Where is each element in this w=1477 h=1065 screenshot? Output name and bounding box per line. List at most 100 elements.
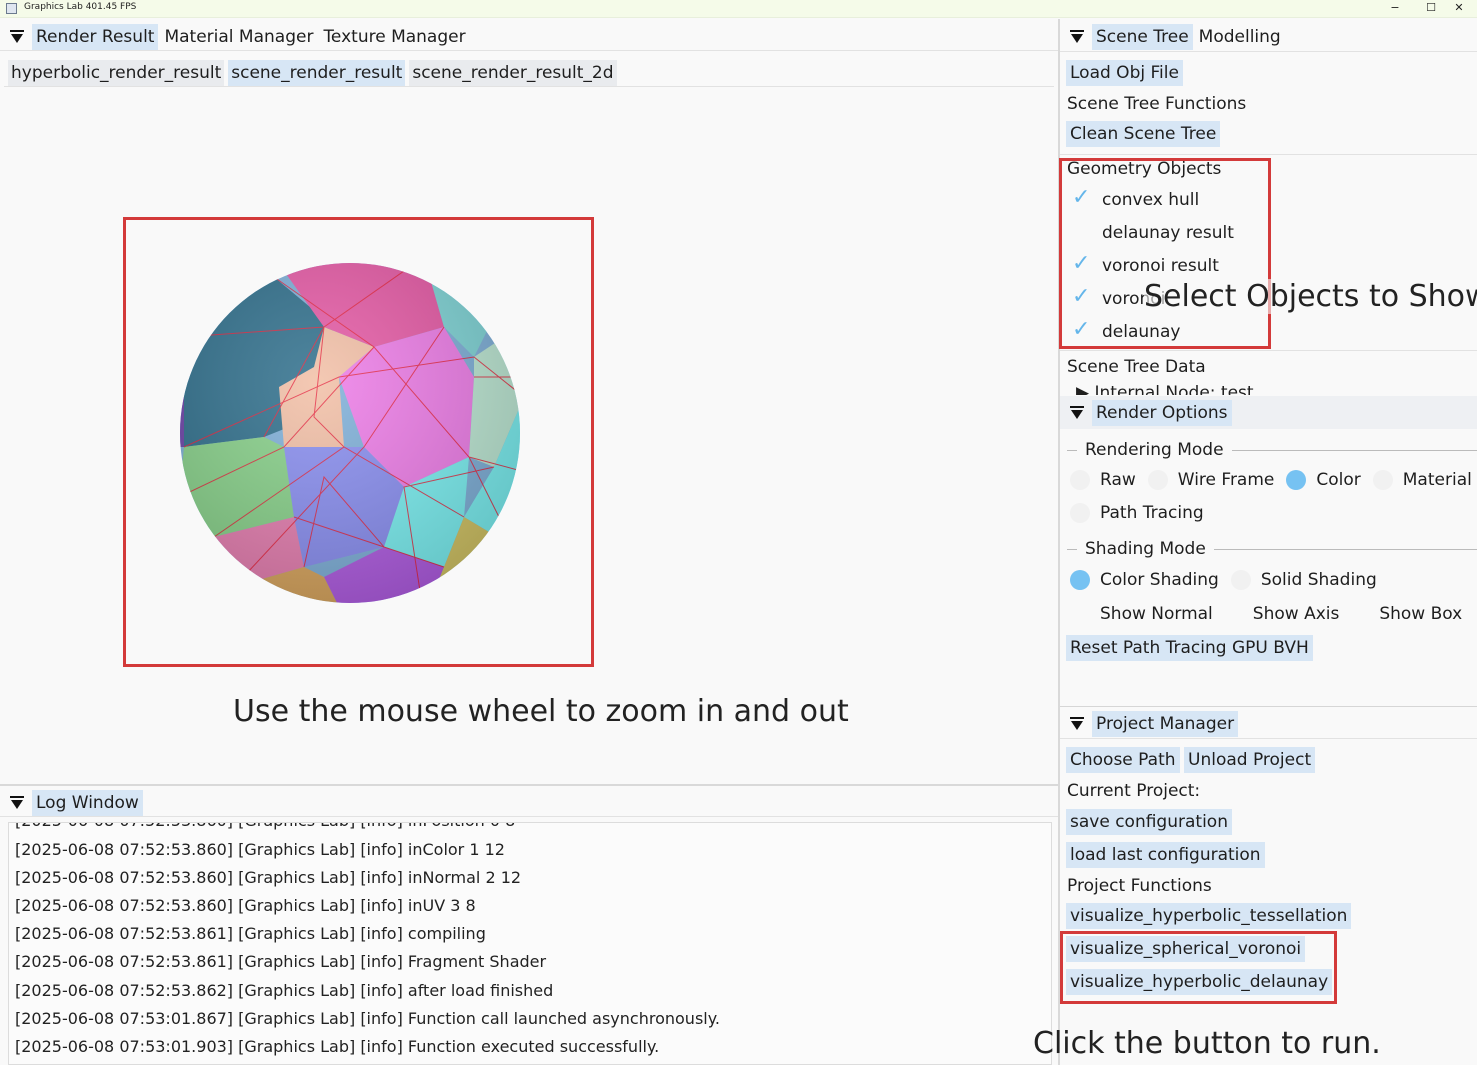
toggle-show-normal[interactable]: Show Normal (1070, 603, 1213, 625)
rendering-mode-header: Rendering Mode (1067, 440, 1477, 460)
left-tabbar: Render Result Material Manager Texture M… (0, 22, 472, 52)
log-line: [2025-06-08 07:52:53.862] [Graphics Lab]… (15, 981, 554, 1000)
log-line: [2025-06-08 07:52:53.860] [Graphics Lab]… (15, 896, 476, 915)
scene-tab-divider (1060, 51, 1477, 52)
subtab-divider (4, 86, 1054, 87)
radio-icon (1230, 570, 1251, 590)
check-icon (1070, 251, 1092, 277)
object-toggle-delaunay[interactable]: delaunay (1070, 317, 1180, 347)
collapse-arrow-icon[interactable] (10, 30, 24, 44)
visualize-spherical-voronoi-button[interactable]: visualize_spherical_voronoi (1066, 936, 1306, 962)
render-options-tabbar: Render Options (1060, 398, 1234, 428)
select-objects-caption: Select Objects to Show (1144, 279, 1477, 314)
app-icon (6, 3, 17, 14)
log-divider (0, 816, 1058, 817)
check-icon (1070, 185, 1092, 211)
radio-solid-shading[interactable]: Solid Shading (1230, 570, 1377, 590)
save-configuration-button[interactable]: save configuration (1066, 809, 1232, 835)
radio-wire-frame[interactable]: Wire Frame (1147, 470, 1274, 490)
log-collapse-arrow-icon[interactable] (10, 796, 24, 810)
check-icon (1070, 284, 1092, 310)
tab-material-manager[interactable]: Material Manager (160, 24, 317, 50)
project-tabbar: Project Manager (1060, 709, 1240, 739)
tab-scene-render-result[interactable]: scene_render_result (228, 60, 406, 86)
window-title: Graphics Lab 401.45 FPS (24, 2, 137, 12)
checkbox-empty-icon (1070, 222, 1092, 244)
project-divider (1060, 706, 1477, 707)
unload-project-button[interactable]: Unload Project (1184, 747, 1316, 773)
radio-path-tracing[interactable]: Path Tracing (1070, 503, 1204, 523)
radio-icon (1070, 470, 1090, 490)
radio-icon (1147, 470, 1168, 490)
scene-tree-node-clip: ▶ Internal Node: test (1076, 383, 1456, 395)
radio-color[interactable]: Color (1286, 470, 1361, 490)
log-line: [2025-06-08 07:52:53.860] [Graphics Lab]… (15, 823, 515, 830)
clean-scene-tree-button[interactable]: Clean Scene Tree (1066, 121, 1221, 147)
log-line: [2025-06-08 07:53:01.867] [Graphics Lab]… (15, 1009, 720, 1028)
path-tracing-row: Path Tracing (1070, 503, 1216, 523)
render-subtabs: hyperbolic_render_result scene_render_re… (8, 58, 621, 88)
tab-divider (0, 50, 1058, 51)
tab-texture-manager[interactable]: Texture Manager (319, 24, 469, 50)
display-toggles: Show Normal Show Axis Show Box (1070, 603, 1462, 625)
radio-selected-icon (1286, 470, 1307, 490)
tree-node-internal-test[interactable]: ▶ Internal Node: test (1076, 383, 1254, 395)
shading-mode-options: Color Shading Solid Shading (1070, 570, 1389, 590)
title-bar: Graphics Lab 401.45 FPS − ☐ ✕ (0, 0, 1477, 18)
tab-render-options[interactable]: Render Options (1092, 400, 1232, 426)
check-icon (1070, 317, 1092, 343)
radio-selected-icon (1070, 570, 1090, 590)
tree-expand-icon: ▶ (1076, 383, 1095, 395)
radio-color-shading[interactable]: Color Shading (1070, 570, 1219, 590)
close-button[interactable]: ✕ (1441, 0, 1477, 18)
log-window: Log Window [2025-06-08 07:52:53.860] [Gr… (0, 786, 1058, 1065)
minimize-button[interactable]: − (1377, 0, 1413, 18)
scene-collapse-arrow-icon[interactable] (1070, 30, 1084, 44)
tab-modelling[interactable]: Modelling (1195, 24, 1285, 50)
scene-tree-functions-label: Scene Tree Functions (1067, 94, 1247, 114)
toggle-show-axis[interactable]: Show Axis (1231, 603, 1340, 625)
tab-scene-tree[interactable]: Scene Tree (1092, 24, 1193, 50)
scene-tabbar: Scene Tree Modelling (1060, 22, 1287, 52)
checkbox-empty-icon (1231, 603, 1245, 625)
render-options-collapse-arrow-icon[interactable] (1070, 406, 1084, 420)
radio-raw[interactable]: Raw (1070, 470, 1136, 490)
current-project-label: Current Project: (1067, 781, 1201, 801)
zoom-caption: Use the mouse wheel to zoom in and out (233, 694, 849, 729)
load-last-configuration-button[interactable]: load last configuration (1066, 842, 1265, 868)
log-line: [2025-06-08 07:52:53.860] [Graphics Lab]… (15, 868, 522, 887)
radio-material[interactable]: Material (1372, 470, 1472, 490)
data-divider (1060, 350, 1477, 351)
radio-icon (1372, 470, 1393, 490)
log-line: [2025-06-08 07:52:53.861] [Graphics Lab]… (15, 952, 547, 971)
voronoi-sphere-render[interactable] (124, 217, 593, 666)
project-collapse-arrow-icon[interactable] (1070, 717, 1084, 731)
render-viewport[interactable] (124, 217, 593, 666)
object-toggle-voronoi-result[interactable]: voronoi result (1070, 251, 1219, 281)
toggle-show-box[interactable]: Show Box (1357, 603, 1462, 625)
scene-tree-data-label: Scene Tree Data (1067, 357, 1206, 377)
vertical-splitter[interactable] (1058, 19, 1060, 1065)
log-content[interactable]: [2025-06-08 07:52:53.860] [Graphics Lab]… (8, 822, 1052, 1065)
run-caption: Click the button to run. (1033, 1026, 1381, 1061)
object-toggle-convex-hull[interactable]: convex hull (1070, 185, 1199, 215)
project-tab-divider (1060, 738, 1477, 739)
reset-bvh-button[interactable]: Reset Path Tracing GPU BVH (1066, 635, 1313, 661)
checkbox-empty-icon (1357, 603, 1371, 625)
tab-project-manager[interactable]: Project Manager (1092, 711, 1239, 737)
object-toggle-delaunay-result[interactable]: delaunay result (1070, 218, 1234, 248)
visualize-hyperbolic-delaunay-button[interactable]: visualize_hyperbolic_delaunay (1066, 969, 1333, 995)
choose-path-button[interactable]: Choose Path (1066, 747, 1180, 773)
load-obj-button[interactable]: Load Obj File (1066, 60, 1183, 86)
tab-render-result[interactable]: Render Result (32, 24, 159, 50)
tab-scene-render-result-2d[interactable]: scene_render_result_2d (409, 60, 617, 86)
tab-log-window[interactable]: Log Window (32, 790, 143, 816)
shading-mode-header: Shading Mode (1067, 539, 1477, 559)
geometry-divider (1060, 154, 1477, 155)
project-functions-label: Project Functions (1067, 876, 1212, 896)
tab-hyperbolic-render-result[interactable]: hyperbolic_render_result (8, 60, 225, 86)
log-line: [2025-06-08 07:52:53.861] [Graphics Lab]… (15, 924, 486, 943)
visualize-hyperbolic-tessellation-button[interactable]: visualize_hyperbolic_tessellation (1066, 903, 1352, 929)
rendering-mode-options: Raw Wire Frame Color Material (1070, 470, 1477, 490)
log-tabbar: Log Window (0, 788, 145, 818)
